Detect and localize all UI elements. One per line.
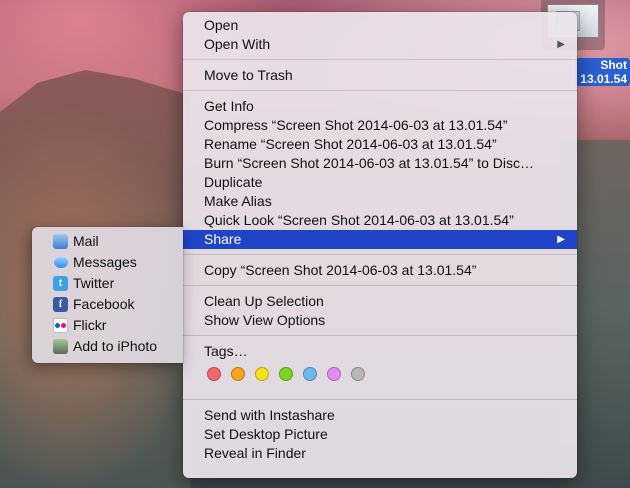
share-item-label: Messages <box>73 254 137 270</box>
menu-item-label: Copy “Screen Shot 2014-06-03 at 13.01.54… <box>204 262 477 278</box>
share-item-label: Add to iPhoto <box>73 338 158 354</box>
tag-orange-dot[interactable] <box>231 367 245 381</box>
submenu-arrow-icon: ▶ <box>557 39 565 50</box>
share-item-label: Facebook <box>73 296 135 312</box>
menu-item-copy[interactable]: Copy “Screen Shot 2014-06-03 at 13.01.54… <box>183 261 577 280</box>
menu-item-label: Rename “Screen Shot 2014-06-03 at 13.01.… <box>204 136 497 152</box>
menu-item-label: Open <box>204 17 239 33</box>
share-item-label: Flickr <box>73 317 107 333</box>
menu-separator <box>183 399 577 400</box>
menu-item-send-with-instashare[interactable]: Send with Instashare <box>183 406 577 425</box>
menu-item-label: Clean Up Selection <box>204 293 324 309</box>
menu-item-move-to-trash[interactable]: Move to Trash <box>183 66 577 85</box>
flickr-icon <box>53 318 68 333</box>
menu-item-label: Make Alias <box>204 193 272 209</box>
file-label-line1: Shot <box>600 58 627 72</box>
menu-item-clean-up-selection[interactable]: Clean Up Selection <box>183 292 577 311</box>
menu-separator <box>183 90 577 91</box>
menu-item-label: Tags… <box>204 343 248 359</box>
submenu-arrow-icon: ▶ <box>557 234 565 245</box>
menu-item-label: Get Info <box>204 98 254 114</box>
tag-yellow-dot[interactable] <box>255 367 269 381</box>
tag-colors-row <box>183 361 577 387</box>
menu-item-label: Move to Trash <box>204 67 293 83</box>
menu-separator <box>183 285 577 286</box>
menu-item-open-with[interactable]: Open With ▶ <box>183 35 577 54</box>
menu-item-label: Send with Instashare <box>204 407 335 423</box>
share-item-label: Twitter <box>73 275 115 291</box>
menu-item-reveal-in-finder[interactable]: Reveal in Finder <box>183 444 577 463</box>
menu-item-label: Share <box>204 231 242 247</box>
facebook-icon: f <box>53 297 68 312</box>
menu-item-label: Reveal in Finder <box>204 445 306 461</box>
mail-icon <box>53 234 68 249</box>
menu-item-show-view-options[interactable]: Show View Options <box>183 311 577 330</box>
file-label-line2: 13.01.54 <box>580 72 627 86</box>
share-submenu: Mail Messages t Twitter f Facebook Flick… <box>32 227 183 363</box>
tag-gray-dot[interactable] <box>351 367 365 381</box>
tag-red-dot[interactable] <box>207 367 221 381</box>
menu-item-label: Burn “Screen Shot 2014-06-03 at 13.01.54… <box>204 155 534 171</box>
menu-item-duplicate[interactable]: Duplicate <box>183 173 577 192</box>
share-item-twitter[interactable]: t Twitter <box>32 273 183 294</box>
share-item-flickr[interactable]: Flickr <box>32 315 183 336</box>
menu-item-label: Open With <box>204 36 271 52</box>
menu-item-burn[interactable]: Burn “Screen Shot 2014-06-03 at 13.01.54… <box>183 154 577 173</box>
menu-separator <box>183 59 577 60</box>
menu-item-label: Show View Options <box>204 312 326 328</box>
menu-item-label: Set Desktop Picture <box>204 426 328 442</box>
tag-purple-dot[interactable] <box>327 367 341 381</box>
menu-item-get-info[interactable]: Get Info <box>183 97 577 116</box>
menu-item-compress[interactable]: Compress “Screen Shot 2014-06-03 at 13.0… <box>183 116 577 135</box>
menu-item-tags[interactable]: Tags… <box>183 342 577 361</box>
menu-item-label: Duplicate <box>204 174 263 190</box>
share-item-add-to-iphoto[interactable]: Add to iPhoto <box>32 336 183 357</box>
share-item-label: Mail <box>73 233 99 249</box>
twitter-icon: t <box>53 276 68 291</box>
context-menu: Open Open With ▶ Move to Trash Get Info C… <box>183 12 577 478</box>
tag-blue-dot[interactable] <box>303 367 317 381</box>
menu-item-make-alias[interactable]: Make Alias <box>183 192 577 211</box>
share-item-messages[interactable]: Messages <box>32 252 183 273</box>
share-item-facebook[interactable]: f Facebook <box>32 294 183 315</box>
menu-separator <box>183 335 577 336</box>
menu-item-label: Quick Look “Screen Shot 2014-06-03 at 13… <box>204 212 514 228</box>
file-name-label[interactable]: Shot 13.01.54 <box>575 58 630 86</box>
menu-item-rename[interactable]: Rename “Screen Shot 2014-06-03 at 13.01.… <box>183 135 577 154</box>
menu-item-quick-look[interactable]: Quick Look “Screen Shot 2014-06-03 at 13… <box>183 211 577 230</box>
menu-separator <box>183 254 577 255</box>
menu-item-share[interactable]: Share ▶ <box>183 230 577 249</box>
iphoto-icon <box>53 339 68 354</box>
messages-icon <box>53 255 68 270</box>
tag-green-dot[interactable] <box>279 367 293 381</box>
menu-item-set-desktop-picture[interactable]: Set Desktop Picture <box>183 425 577 444</box>
menu-item-open[interactable]: Open <box>183 16 577 35</box>
share-item-mail[interactable]: Mail <box>32 231 183 252</box>
menu-item-label: Compress “Screen Shot 2014-06-03 at 13.0… <box>204 117 508 133</box>
